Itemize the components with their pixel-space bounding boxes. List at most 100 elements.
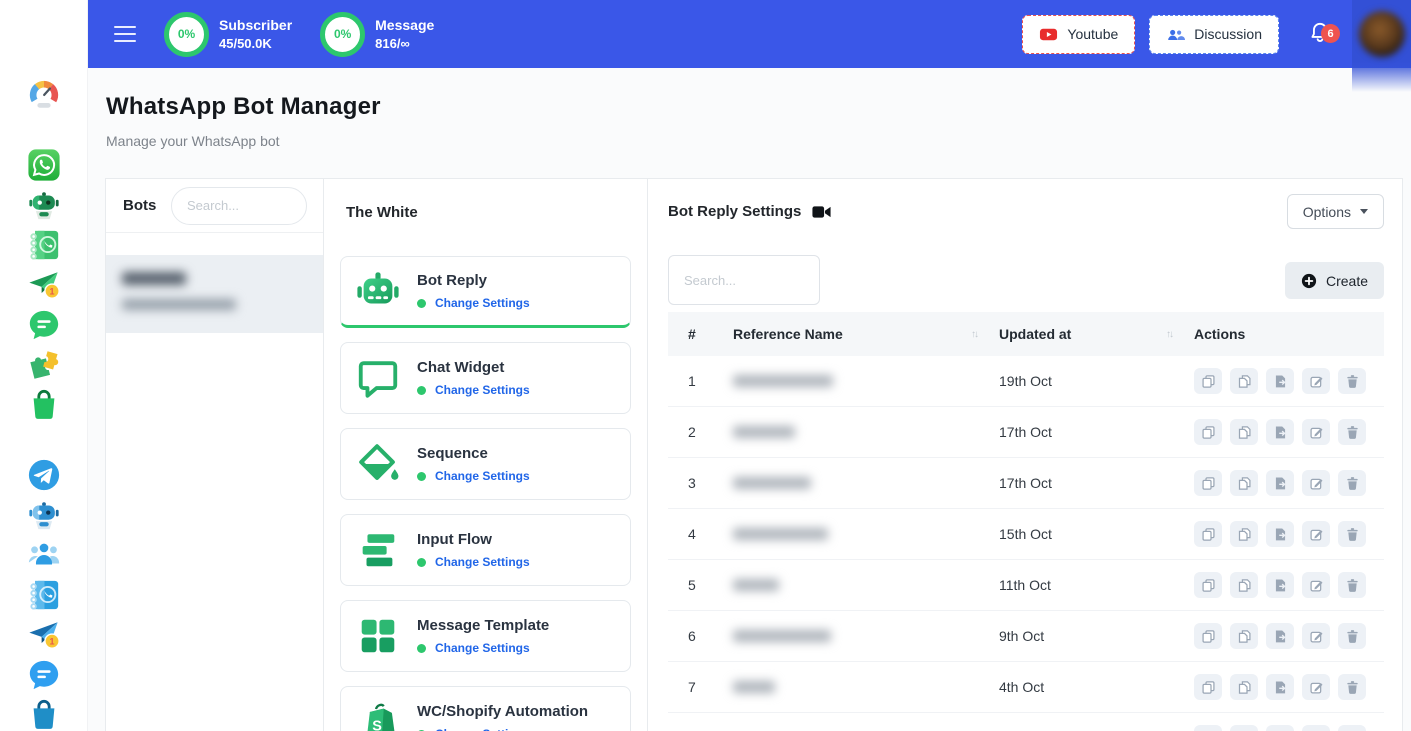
telegram-broadcast-icon[interactable]: 1 xyxy=(27,618,61,652)
duplicate-button[interactable] xyxy=(1194,725,1222,731)
clone-icon xyxy=(1237,578,1252,593)
duplicate-button[interactable] xyxy=(1194,368,1222,394)
row-updated-at: 17th Oct xyxy=(999,424,1194,440)
discussion-button[interactable]: Discussion xyxy=(1149,15,1279,54)
duplicate-button[interactable] xyxy=(1194,521,1222,547)
whatsapp-broadcast-icon[interactable]: 1 xyxy=(27,268,61,302)
telegram-icon[interactable] xyxy=(27,458,61,492)
telegram-bot-icon[interactable] xyxy=(27,498,61,532)
video-camera-icon[interactable] xyxy=(812,205,831,219)
whatsapp-shop-icon[interactable] xyxy=(27,388,61,422)
change-settings-link[interactable]: Change Settings xyxy=(417,469,530,483)
duplicate-button[interactable] xyxy=(1194,470,1222,496)
sequence-icon xyxy=(355,441,401,487)
table-search-input[interactable] xyxy=(668,255,820,305)
duplicate-icon xyxy=(1201,629,1216,644)
bots-panel: Bots xyxy=(106,179,323,731)
clone-icon xyxy=(1237,629,1252,644)
change-settings-link[interactable]: Change Settings xyxy=(417,641,549,655)
edit-icon xyxy=(1309,629,1324,644)
export-button[interactable] xyxy=(1266,725,1294,731)
input-flow-icon xyxy=(355,527,401,573)
delete-button[interactable] xyxy=(1338,419,1366,445)
options-button[interactable]: Options xyxy=(1287,194,1384,229)
message-progress-ring: 0% xyxy=(320,12,365,57)
subscriber-stat: 0% Subscriber 45/50.0K xyxy=(164,12,292,57)
notification-count-badge: 6 xyxy=(1321,24,1340,43)
change-settings-link[interactable]: Change Settings xyxy=(417,296,530,310)
delete-button[interactable] xyxy=(1338,674,1366,700)
clone-button[interactable] xyxy=(1230,368,1258,394)
bots-search-input[interactable] xyxy=(171,187,307,225)
clone-button[interactable] xyxy=(1230,725,1258,731)
hamburger-icon[interactable] xyxy=(114,21,136,47)
clone-button[interactable] xyxy=(1230,521,1258,547)
message-template-icon xyxy=(355,613,401,659)
avatar[interactable] xyxy=(1359,11,1405,57)
duplicate-icon xyxy=(1201,425,1216,440)
youtube-button[interactable]: Youtube xyxy=(1022,15,1135,54)
bot-features-panel: The White Bot ReplyChange SettingsChat W… xyxy=(323,179,648,731)
telegram-chat-icon[interactable] xyxy=(27,658,61,692)
whatsapp-contacts-icon[interactable] xyxy=(27,228,61,262)
feature-card-message-template[interactable]: Message TemplateChange Settings xyxy=(340,600,631,672)
create-button[interactable]: Create xyxy=(1285,262,1384,299)
export-button[interactable] xyxy=(1266,674,1294,700)
export-button[interactable] xyxy=(1266,572,1294,598)
feature-card-sequence[interactable]: SequenceChange Settings xyxy=(340,428,631,500)
duplicate-button[interactable] xyxy=(1194,419,1222,445)
edit-button[interactable] xyxy=(1302,470,1330,496)
delete-button[interactable] xyxy=(1338,725,1366,731)
feature-card-wc-shopify-automation[interactable]: SWC/Shopify AutomationChange Settings xyxy=(340,686,631,731)
edit-button[interactable] xyxy=(1302,368,1330,394)
change-settings-link[interactable]: Change Settings xyxy=(417,727,588,731)
edit-button[interactable] xyxy=(1302,572,1330,598)
feature-card-title: Chat Widget xyxy=(417,359,530,376)
export-button[interactable] xyxy=(1266,623,1294,649)
notifications-button[interactable]: 6 xyxy=(1307,20,1333,48)
export-button[interactable] xyxy=(1266,521,1294,547)
dashboard-icon[interactable] xyxy=(27,78,61,112)
feature-card-chat-widget[interactable]: Chat Widget Change Settings xyxy=(340,342,631,414)
delete-button[interactable] xyxy=(1338,623,1366,649)
export-button[interactable] xyxy=(1266,419,1294,445)
delete-button[interactable] xyxy=(1338,521,1366,547)
row-updated-at: 4th Oct xyxy=(999,679,1194,695)
change-settings-link[interactable]: Change Settings xyxy=(417,383,530,397)
telegram-group-icon[interactable] xyxy=(27,538,61,572)
youtube-icon xyxy=(1039,25,1058,44)
edit-button[interactable] xyxy=(1302,623,1330,649)
message-stat: 0% Message 816/∞ xyxy=(320,12,434,57)
telegram-shop-icon[interactable] xyxy=(27,698,61,731)
sort-icon[interactable]: ↑↓ xyxy=(1166,329,1172,340)
edit-button[interactable] xyxy=(1302,521,1330,547)
export-button[interactable] xyxy=(1266,368,1294,394)
whatsapp-chat-icon[interactable] xyxy=(27,308,61,342)
delete-button[interactable] xyxy=(1338,572,1366,598)
feature-card-input-flow[interactable]: Input FlowChange Settings xyxy=(340,514,631,586)
bot-list-item-selected[interactable] xyxy=(106,255,323,333)
duplicate-button[interactable] xyxy=(1194,674,1222,700)
duplicate-icon xyxy=(1201,374,1216,389)
feature-card-bot-reply[interactable]: Bot ReplyChange Settings xyxy=(340,256,631,328)
clone-button[interactable] xyxy=(1230,572,1258,598)
edit-button[interactable] xyxy=(1302,674,1330,700)
whatsapp-icon[interactable] xyxy=(27,148,61,182)
delete-button[interactable] xyxy=(1338,368,1366,394)
duplicate-button[interactable] xyxy=(1194,572,1222,598)
telegram-contacts-icon[interactable] xyxy=(27,578,61,612)
integrations-icon[interactable] xyxy=(27,348,61,382)
edit-button[interactable] xyxy=(1302,419,1330,445)
clone-button[interactable] xyxy=(1230,470,1258,496)
change-settings-link[interactable]: Change Settings xyxy=(417,555,530,569)
edit-button[interactable] xyxy=(1302,725,1330,731)
whatsapp-bot-icon[interactable] xyxy=(27,188,61,222)
sort-icon[interactable]: ↑↓ xyxy=(971,329,977,340)
duplicate-button[interactable] xyxy=(1194,623,1222,649)
clone-button[interactable] xyxy=(1230,623,1258,649)
youtube-button-label: Youtube xyxy=(1067,26,1118,42)
clone-button[interactable] xyxy=(1230,674,1258,700)
delete-button[interactable] xyxy=(1338,470,1366,496)
export-button[interactable] xyxy=(1266,470,1294,496)
clone-button[interactable] xyxy=(1230,419,1258,445)
